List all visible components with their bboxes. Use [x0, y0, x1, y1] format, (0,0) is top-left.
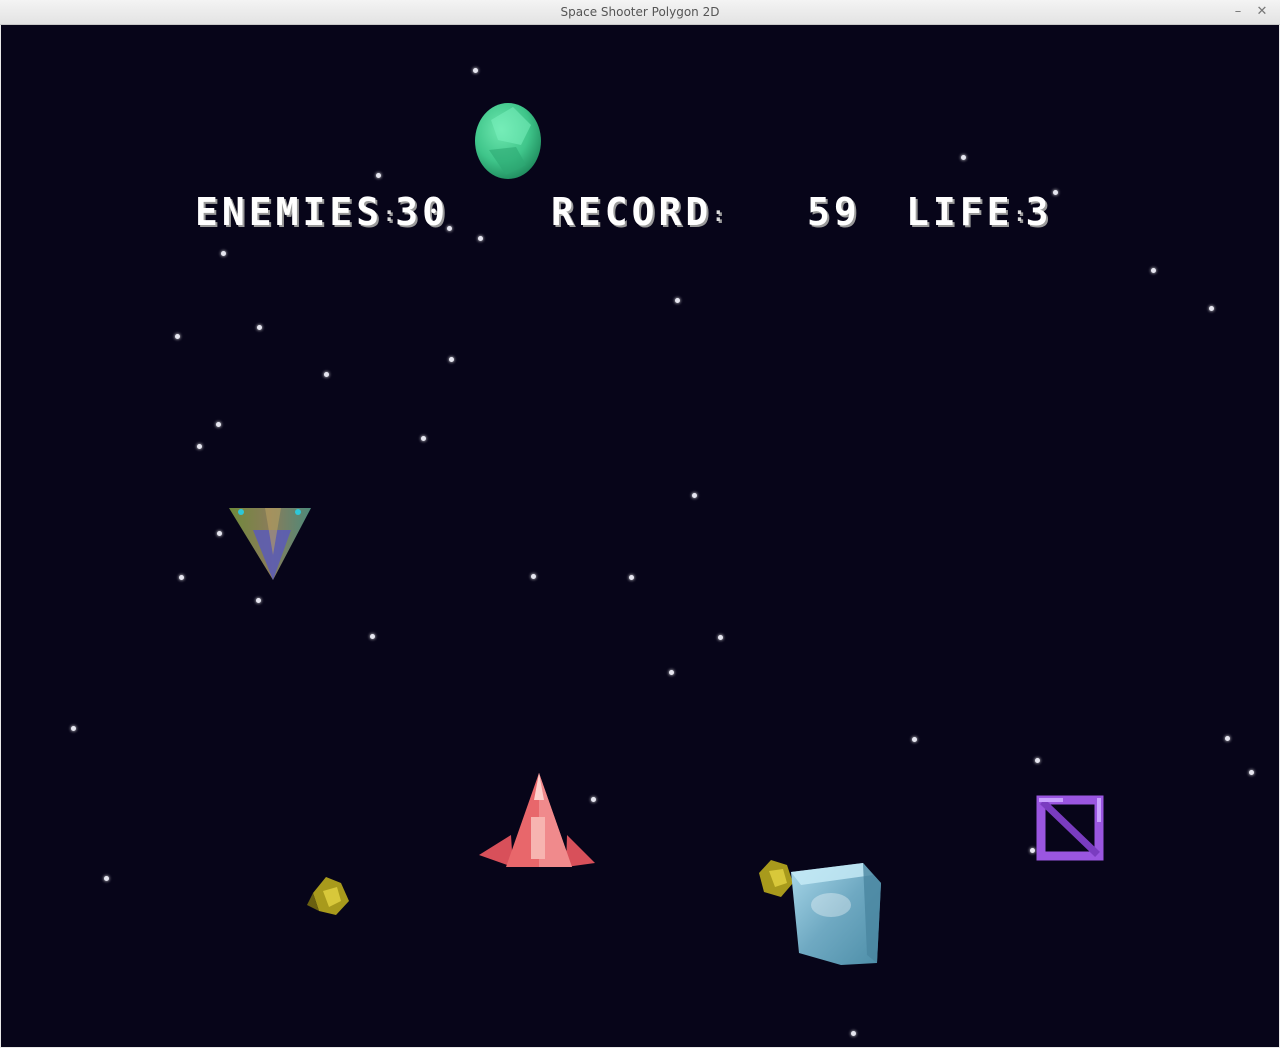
life-label: LIFE [906, 190, 1014, 234]
enemy-fighter [229, 508, 311, 580]
game-canvas[interactable]: ENEMIES:30 RECORD: 59 LIFE:3 [1, 25, 1279, 1047]
yellow-debris-left [307, 877, 349, 915]
record-separator: : [712, 202, 725, 226]
green-asteroid [475, 103, 541, 179]
purple-frame [1036, 795, 1104, 861]
hud-enemies: ENEMIES:30 [195, 190, 449, 234]
yellow-debris-right [759, 860, 793, 897]
enemies-count: 30 [395, 190, 449, 234]
game-window: Space Shooter Polygon 2D – ✕ ENEMIES:30 … [0, 0, 1280, 1048]
record-value: 59 [807, 190, 861, 234]
enemies-label: ENEMIES [195, 190, 384, 234]
player-ship [479, 773, 595, 867]
ice-cube [791, 863, 881, 965]
record-label: RECORD [551, 190, 713, 234]
window-title: Space Shooter Polygon 2D [560, 5, 720, 19]
close-button[interactable]: ✕ [1253, 3, 1271, 21]
minimize-button[interactable]: – [1229, 3, 1247, 21]
life-count: 3 [1025, 190, 1053, 234]
title-bar[interactable]: Space Shooter Polygon 2D – ✕ [0, 0, 1280, 25]
hud-life: LIFE:3 [906, 190, 1052, 234]
life-separator: : [1013, 202, 1026, 226]
game-scene [229, 103, 1104, 965]
hud-record: RECORD: [551, 190, 724, 234]
enemies-separator: : [383, 202, 396, 226]
